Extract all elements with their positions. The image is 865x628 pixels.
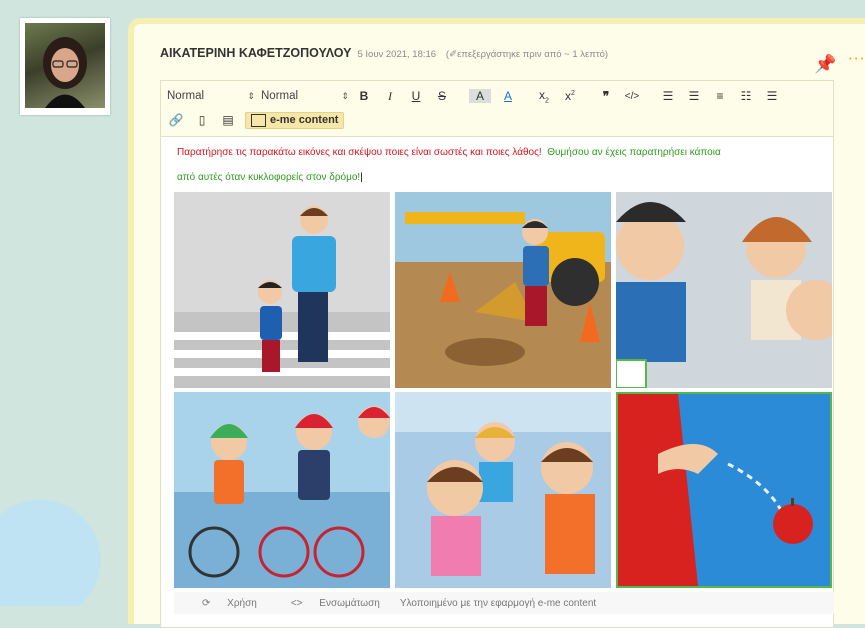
embed-button[interactable]: <> Ενσωμάτωση [277,598,380,609]
edit-status-text: επεξεργάστηκε πριν από ~ 1 λεπτό [457,49,605,60]
reuse-label: Χρήση [227,597,257,609]
font-select-value: Normal [167,90,205,102]
editor-content[interactable]: Παρατήρησε τις παρακάτω εικόνες και σκέψ… [160,136,834,628]
content-line-1: Παρατήρησε τις παρακάτω εικόνες και σκέψ… [177,147,721,158]
file-icon[interactable]: ▯ [193,113,211,127]
embed-icon: <> [290,597,303,609]
italic-icon[interactable]: I [381,89,399,104]
font-select[interactable]: Normal ⇕ [167,90,255,102]
author-name[interactable]: ΑΙΚΑΤΕΡΙΝΗ ΚΑΦΕΤΖΟΠΟΥΛΟΥ [160,46,351,60]
editor-toolbar: Normal ⇕ Normal ⇕ B I U S A A x2 x2 ❞ </> … [160,80,834,137]
image-crosswalk-father-son [174,192,390,388]
highlight-icon[interactable]: A [469,89,491,103]
e-me-content-button[interactable]: e-me content [245,111,345,129]
image-apple-thrown-from-car [616,392,832,588]
align-icon[interactable]: ≡ [711,89,729,103]
e-me-content-label: e-me content [270,114,339,126]
film-icon[interactable]: ▤ [219,113,237,127]
bold-icon[interactable]: B [355,89,373,103]
link-icon[interactable]: 🔗 [167,113,185,127]
reminder-text-1: Θυμήσου αν έχεις παρατηρήσει κάποια [547,147,721,158]
image-construction-site [395,192,611,388]
text-color-icon[interactable]: A [499,89,517,103]
avatar[interactable] [20,18,110,115]
outdent-icon[interactable]: ☰ [685,89,703,103]
embed-label: Ενσωμάτωση [319,597,380,609]
credit-text[interactable]: Υλοποιημένο με την εφαρμογή e-me content [400,598,596,609]
toolbar-row-1: Normal ⇕ Normal ⇕ B I U S A A x2 x2 ❞ </> … [167,85,789,107]
e-me-content-icon [251,113,266,127]
quote-icon[interactable]: ❞ [597,89,615,103]
avatar-photo [25,23,105,108]
subscript-icon[interactable]: x2 [535,88,553,104]
code-icon[interactable]: </> [623,91,641,102]
edit-status: (✐επεξεργάστηκε πριν από ~ 1 λεπτό) [445,49,609,60]
reuse-icon: ⟳ [202,597,211,609]
chevron-updown-icon: ⇕ [247,90,255,101]
content-line-2: από αυτές όταν κυκλοφορείς στον δρόμο!| [177,172,363,183]
post-header: ΑΙΚΑΤΕΡΙΝΗ ΚΑΦΕΤΖΟΠΟΥΛΟΥ 5 Ιουν 2021, 18:… [160,46,608,60]
embed-footer: ⟳ Χρήση <> Ενσωμάτωση Υλοποιημένο με την… [174,592,834,614]
size-select[interactable]: Normal ⇕ [261,90,349,102]
indent-icon[interactable]: ☰ [659,89,677,103]
reuse-button[interactable]: ⟳ Χρήση [188,598,257,609]
size-select-value: Normal [261,90,299,102]
text-cursor: | [360,172,363,183]
pencil-icon: ✐ [449,49,458,60]
underline-icon[interactable]: U [407,89,425,103]
chevron-updown-icon: ⇕ [341,90,349,101]
superscript-icon[interactable]: x2 [561,89,579,103]
image-bus-children [395,392,611,588]
reminder-text-2: από αυτές όταν κυκλοφορείς στον δρόμο! [177,172,361,183]
ordered-list-icon[interactable]: ☷ [737,89,755,103]
toolbar-row-2: 🔗 ▯ ▤ e-me content [167,109,345,131]
post-card: ΑΙΚΑΤΕΡΙΝΗ ΚΑΦΕΤΖΟΠΟΥΛΟΥ 5 Ιουν 2021, 18:… [128,18,865,628]
image-children-cycling [174,392,390,588]
strikethrough-icon[interactable]: S [433,89,451,103]
pin-icon[interactable]: 📌 [814,54,836,75]
post-date: 5 Ιουν 2021, 18:16 [357,49,437,60]
more-icon[interactable]: ··· [848,50,865,68]
instruction-text: Παρατήρησε τις παρακάτω εικόνες και σκέψ… [177,147,542,158]
image-car-back-seat [616,192,832,388]
bullet-list-icon[interactable]: ☰ [763,89,781,103]
